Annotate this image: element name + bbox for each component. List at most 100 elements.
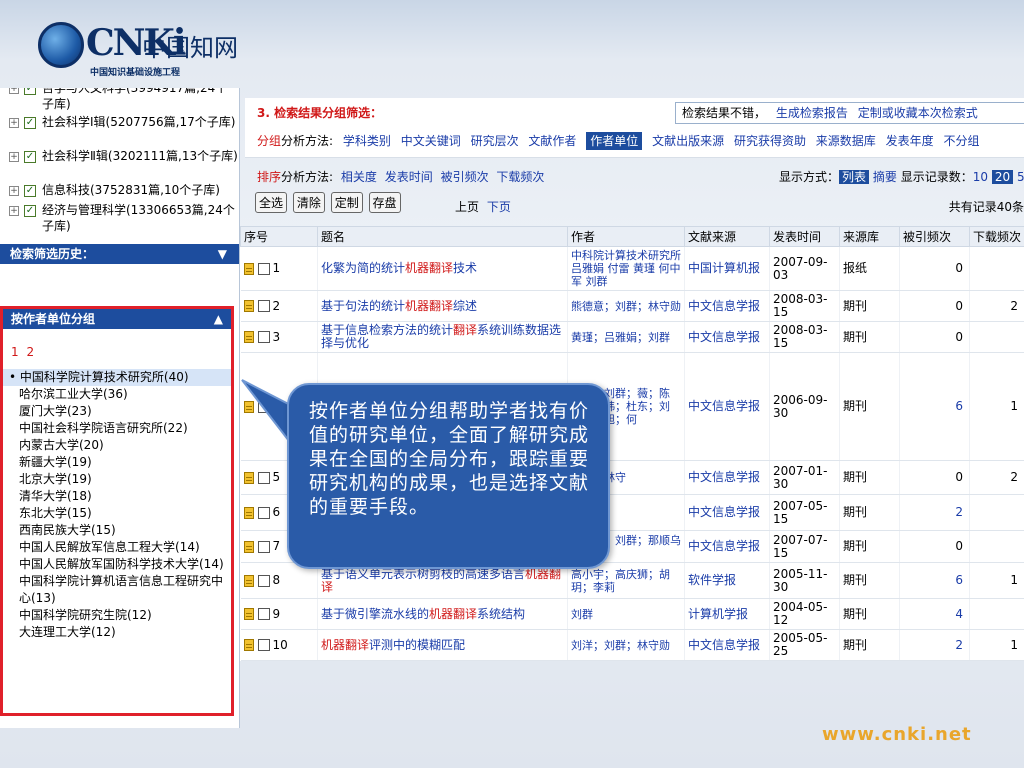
title-text[interactable]: 基于信息检索方法的统计: [321, 323, 453, 337]
group-page-link[interactable]: 1: [11, 345, 19, 359]
row-downloads[interactable]: 1: [969, 629, 1024, 661]
record-count-option[interactable]: 5: [1017, 170, 1024, 184]
row-title[interactable]: 机器翻译评测中的模糊匹配: [317, 629, 568, 661]
row-source[interactable]: 计算机学报: [684, 598, 770, 630]
db-item[interactable]: + ✓ 哲学与人文科学(3994917篇,24个子库): [0, 88, 239, 111]
checkbox-checked-icon[interactable]: ✓: [24, 151, 36, 163]
row-author[interactable]: 刘洋；刘群；林守勋: [567, 629, 685, 661]
title-keyword[interactable]: 机器翻译: [405, 261, 453, 275]
org-item[interactable]: 大连理工大学(12): [3, 624, 231, 641]
row-checkbox[interactable]: [257, 540, 270, 553]
row-cited[interactable]: 4: [899, 598, 970, 630]
document-icon[interactable]: [243, 506, 254, 519]
row-downloads[interactable]: 1: [969, 352, 1024, 461]
row-checkbox[interactable]: [257, 639, 270, 651]
group-option[interactable]: 来源数据库: [816, 134, 876, 148]
next-page-link[interactable]: 下页: [487, 200, 511, 214]
row-author[interactable]: 刘群: [567, 598, 685, 630]
title-text[interactable]: 系统结构: [477, 607, 525, 621]
org-item[interactable]: 中国科学院研究生院(12): [3, 607, 231, 624]
org-item[interactable]: 新疆大学(19): [3, 454, 231, 471]
group-option[interactable]: 发表年度: [886, 134, 934, 148]
row-downloads[interactable]: [969, 321, 1024, 353]
db-item[interactable]: + ✓ 经济与管理科学(13306653篇,24个子库): [0, 202, 239, 238]
document-icon[interactable]: [243, 262, 254, 275]
group-option[interactable]: 研究获得资助: [734, 134, 806, 148]
document-icon[interactable]: [243, 471, 254, 484]
column-header[interactable]: 题名: [317, 226, 568, 247]
row-checkbox[interactable]: [257, 262, 270, 275]
group-option[interactable]: 不分组: [943, 134, 979, 148]
title-keyword[interactable]: 机器翻译: [429, 607, 477, 621]
column-header[interactable]: 来源库: [839, 226, 900, 247]
table-row[interactable]: 1 化繁为简的统计机器翻译技术 中科院计算技术研究所 吕雅娟 付雷 黄瑾 何中军 刘…: [240, 246, 1024, 291]
title-text[interactable]: 化繁为简的统计: [321, 261, 405, 275]
org-item[interactable]: 东北大学(15): [3, 505, 231, 522]
org-item[interactable]: 内蒙古大学(20): [3, 437, 231, 454]
org-item[interactable]: 中国人民解放军国防科学技术大学(14): [3, 556, 231, 573]
column-header[interactable]: 发表时间: [769, 226, 840, 247]
org-item[interactable]: 中国科学院计算机语言信息工程研究中: [3, 573, 231, 590]
document-icon[interactable]: [243, 574, 254, 587]
row-author[interactable]: 黄瑾；吕雅娟；刘群: [567, 321, 685, 353]
document-icon[interactable]: [243, 540, 254, 553]
column-header[interactable]: 下载频次: [969, 226, 1024, 247]
org-item[interactable]: 心(13): [3, 590, 231, 607]
checkbox-checked-icon[interactable]: ✓: [24, 185, 36, 197]
title-keyword[interactable]: 翻译: [453, 323, 477, 337]
row-source[interactable]: 中文信息学报: [684, 321, 770, 353]
checkbox-checked-icon[interactable]: ✓: [24, 117, 36, 129]
prev-page-link[interactable]: 上页: [455, 200, 479, 214]
row-source[interactable]: 中国计算机报: [684, 246, 770, 291]
row-downloads[interactable]: [969, 246, 1024, 291]
title-keyword[interactable]: 机器翻译: [321, 638, 369, 652]
title-text[interactable]: 评测中的模糊匹配: [369, 638, 465, 652]
row-checkbox[interactable]: [257, 574, 270, 587]
org-item[interactable]: 中国人民解放军信息工程大学(14): [3, 539, 231, 556]
row-source[interactable]: 中文信息学报: [684, 290, 770, 322]
group-option[interactable]: 文献出版来源: [652, 134, 724, 148]
title-text[interactable]: 技术: [453, 261, 477, 275]
document-icon[interactable]: [243, 300, 254, 312]
org-item[interactable]: 北京大学(19): [3, 471, 231, 488]
db-item[interactable]: + ✓ 社会科学Ⅰ辑(5207756篇,17个子库): [0, 114, 239, 148]
row-source[interactable]: 中文信息学报: [684, 629, 770, 661]
row-downloads[interactable]: [969, 598, 1024, 630]
row-cited[interactable]: 6: [899, 352, 970, 461]
row-downloads[interactable]: 1: [969, 562, 1024, 599]
clear-button[interactable]: 清除: [292, 192, 325, 213]
row-checkbox[interactable]: [257, 300, 270, 312]
group-option[interactable]: 文献作者: [528, 134, 576, 148]
document-icon[interactable]: [243, 331, 254, 343]
org-item[interactable]: 厦门大学(23): [3, 403, 231, 420]
group-page-link[interactable]: 2: [26, 345, 34, 359]
org-item[interactable]: • 中国科学院计算技术研究所(40): [3, 369, 231, 386]
group-option-active[interactable]: 作者单位: [586, 132, 643, 150]
row-title[interactable]: 化繁为简的统计机器翻译技术: [317, 246, 568, 291]
row-source[interactable]: 中文信息学报: [684, 352, 770, 461]
save-query-link[interactable]: 定制或收藏本次检索式: [858, 106, 978, 120]
sort-option[interactable]: 发表时间: [385, 170, 433, 184]
expand-icon[interactable]: +: [9, 118, 19, 128]
select-all-button[interactable]: 全选: [255, 192, 288, 213]
table-row[interactable]: 9 基于微引擎流水线的机器翻译系统结构 刘群 计算机学报 2004-05-12 期刊 4: [240, 598, 1024, 630]
row-checkbox[interactable]: [257, 506, 270, 519]
org-item[interactable]: 中国社会科学院语言研究所(22): [3, 420, 231, 437]
row-cited[interactable]: 2: [899, 629, 970, 661]
db-item[interactable]: + ✓ 社会科学Ⅱ辑(3202111篇,13个子库): [0, 148, 239, 182]
group-option[interactable]: 中文关键词: [401, 134, 461, 148]
display-abstract-button[interactable]: 摘要: [873, 170, 897, 184]
row-source[interactable]: 中文信息学报: [684, 530, 770, 563]
row-author[interactable]: 熊德意；刘群；林守勋: [567, 290, 685, 322]
record-count-option-active[interactable]: 20: [991, 170, 1014, 184]
display-list-button[interactable]: 列表: [839, 170, 870, 184]
expand-icon[interactable]: +: [9, 88, 19, 94]
row-downloads[interactable]: 2: [969, 460, 1024, 495]
chevron-down-icon[interactable]: ▼: [218, 244, 227, 264]
table-row[interactable]: 3 基于信息检索方法的统计翻译系统训练数据选择与优化 黄瑾；吕雅娟；刘群 中文信息学报…: [240, 321, 1024, 353]
row-source[interactable]: 中文信息学报: [684, 460, 770, 495]
row-title[interactable]: 基于微引擎流水线的机器翻译系统结构: [317, 598, 568, 630]
expand-icon[interactable]: +: [9, 186, 19, 196]
cnki-logo[interactable]: CNKi 中国知网 中国知识基础设施工程: [38, 20, 238, 78]
expand-icon[interactable]: +: [9, 152, 19, 162]
